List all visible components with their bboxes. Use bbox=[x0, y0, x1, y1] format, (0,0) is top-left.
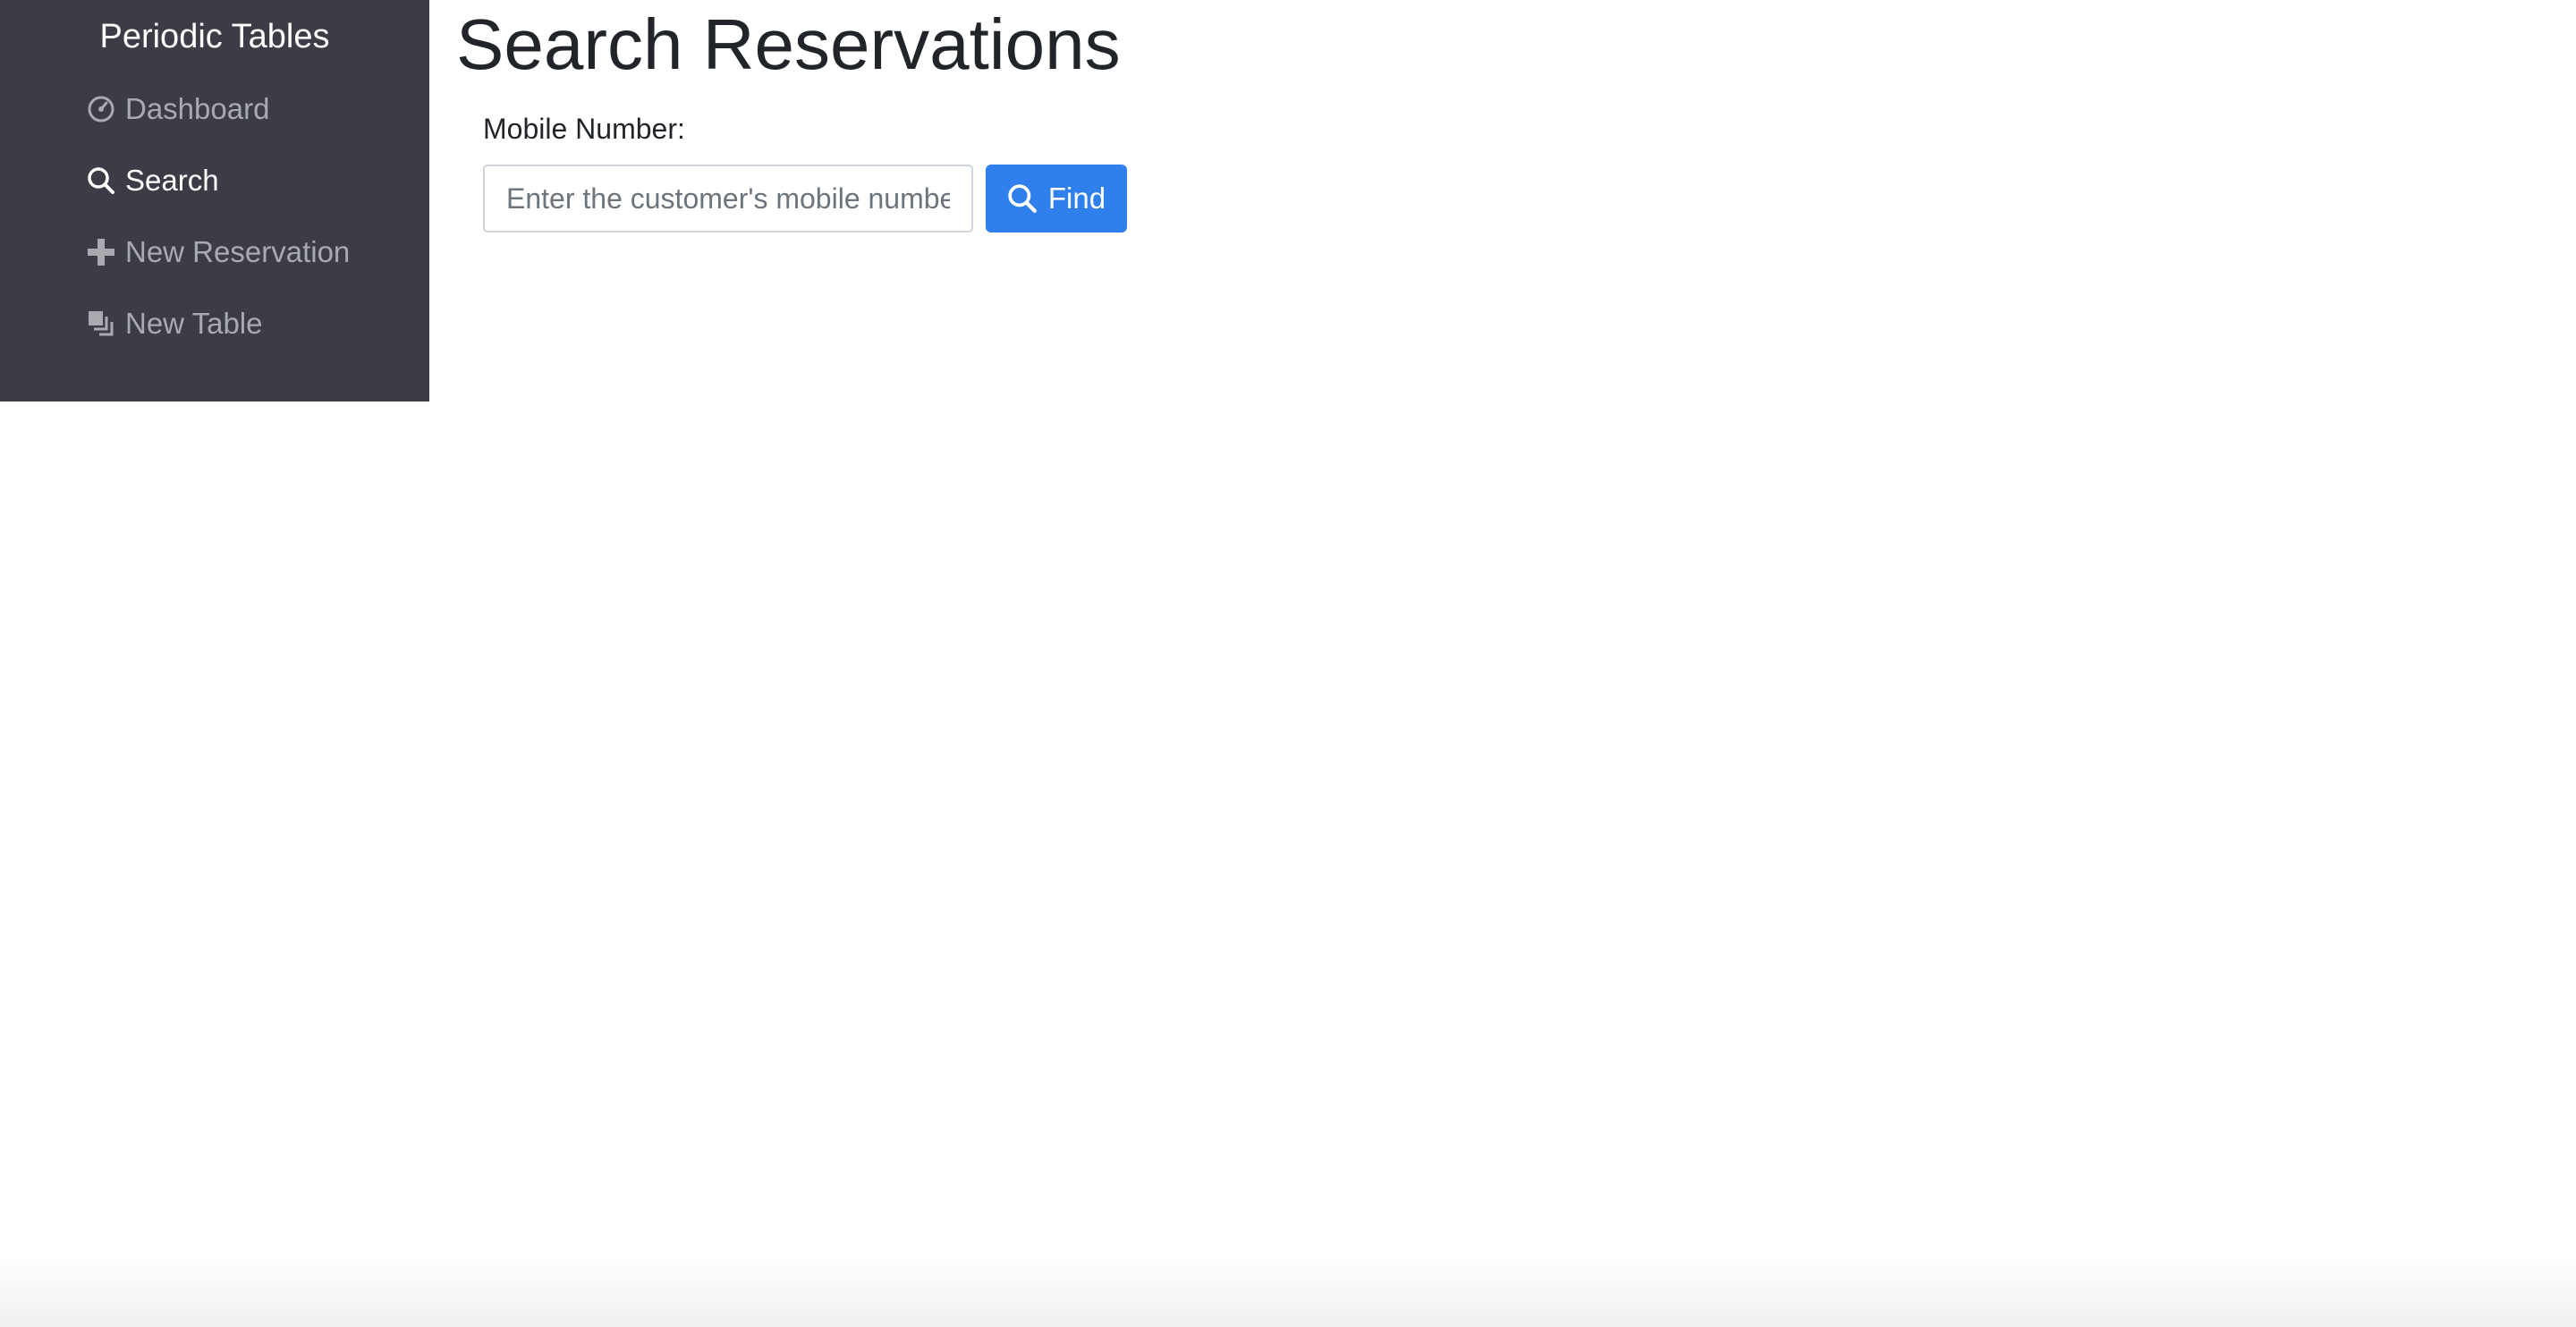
table-icon bbox=[86, 309, 116, 339]
app-page: Periodic Tables Dashboard Search New Res… bbox=[0, 0, 2576, 1327]
sidebar-item-search[interactable]: Search bbox=[86, 156, 219, 206]
page-title: Search Reservations bbox=[456, 4, 1121, 84]
search-icon bbox=[86, 165, 116, 196]
sidebar-item-label: New Table bbox=[125, 307, 263, 340]
sidebar-item-label: Search bbox=[125, 164, 219, 197]
mobile-number-label: Mobile Number: bbox=[483, 113, 685, 145]
main-content: Search Reservations Mobile Number: Find bbox=[429, 0, 2576, 1327]
plus-icon bbox=[86, 237, 116, 267]
dashboard-icon bbox=[86, 94, 116, 124]
mobile-number-input[interactable] bbox=[483, 165, 973, 232]
sidebar-item-new-table[interactable]: New Table bbox=[86, 299, 262, 349]
brand-title[interactable]: Periodic Tables bbox=[0, 13, 429, 61]
sidebar: Periodic Tables Dashboard Search New Res… bbox=[0, 0, 429, 401]
sidebar-item-label: New Reservation bbox=[125, 235, 351, 268]
find-button-label: Find bbox=[1047, 182, 1106, 215]
sidebar-item-label: Dashboard bbox=[125, 92, 270, 125]
sidebar-item-new-reservation[interactable]: New Reservation bbox=[86, 227, 350, 277]
find-button[interactable]: Find bbox=[986, 165, 1127, 232]
bottom-shadow bbox=[0, 1255, 2576, 1327]
sidebar-item-dashboard[interactable]: Dashboard bbox=[86, 84, 269, 134]
search-icon bbox=[1007, 183, 1038, 214]
